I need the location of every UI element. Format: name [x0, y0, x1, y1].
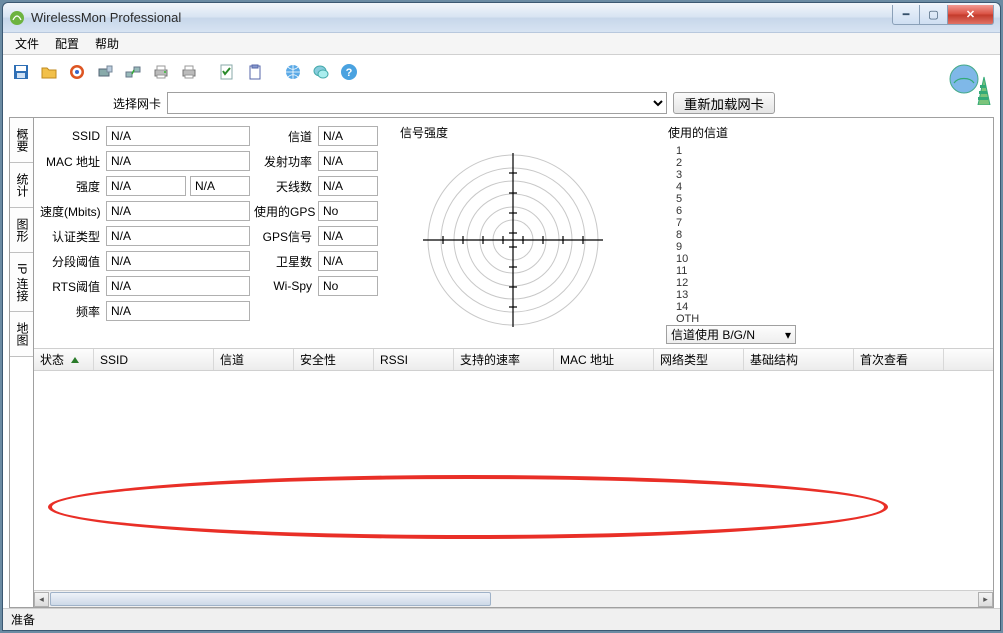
h-scrollbar[interactable]: ◂ ▸ — [34, 590, 993, 607]
svg-text:?: ? — [346, 67, 353, 79]
scroll-right-icon[interactable]: ▸ — [978, 592, 993, 607]
txpower-label: 发射功率 — [254, 153, 314, 170]
col-channel[interactable]: 信道 — [214, 349, 294, 370]
channel-mode-combo[interactable]: 信道使用 B/G/N ▾ — [666, 325, 796, 344]
adapter-label: 选择网卡 — [113, 95, 161, 112]
col-nettype[interactable]: 网络类型 — [654, 349, 744, 370]
antenna-value: N/A — [318, 176, 378, 196]
col-status[interactable]: 状态 — [34, 349, 94, 370]
gpssig-label: GPS信号 — [254, 228, 314, 245]
printer2-icon[interactable] — [177, 60, 201, 84]
maximize-button[interactable]: ▢ — [920, 5, 948, 25]
freq-value: N/A — [106, 301, 250, 321]
globe-icon[interactable] — [281, 60, 305, 84]
channels-block: 使用的信道 12 34 56 78 910 1112 1314 OTH 信道使用… — [666, 124, 816, 342]
app-icon — [9, 10, 25, 26]
gps-value: No — [318, 201, 378, 221]
frag-label: 分段阈值 — [40, 253, 102, 270]
col-mac[interactable]: MAC 地址 — [554, 349, 654, 370]
antenna-label: 天线数 — [254, 178, 314, 195]
scroll-left-icon[interactable]: ◂ — [34, 592, 49, 607]
print-icon[interactable] — [149, 60, 173, 84]
status-text: 准备 — [11, 611, 35, 628]
menu-help[interactable]: 帮助 — [87, 33, 127, 54]
reload-button[interactable]: 重新加载网卡 — [673, 92, 775, 114]
auth-value: N/A — [106, 226, 250, 246]
wispy-label: Wi-Spy — [254, 279, 314, 293]
col-firstseen[interactable]: 首次查看 — [854, 349, 944, 370]
tab-map[interactable]: 地图 — [10, 312, 33, 357]
mac-label: MAC 地址 — [40, 153, 102, 170]
mac-value: N/A — [106, 151, 250, 171]
close-button[interactable]: ✕ — [948, 5, 994, 25]
auth-label: 认证类型 — [40, 228, 102, 245]
speed-label: 速度(Mbits) — [40, 203, 102, 220]
ssid-label: SSID — [40, 129, 102, 143]
channel-label: 信道 — [254, 128, 314, 145]
frag-value: N/A — [106, 251, 250, 271]
ap-grid: 状态 SSID 信道 安全性 RSSI 支持的速率 MAC 地址 网络类型 基础… — [34, 348, 993, 607]
channel-value: N/A — [318, 126, 378, 146]
col-ssid[interactable]: SSID — [94, 349, 214, 370]
grid-body — [34, 371, 993, 590]
main-panel: SSID N/A 信道 N/A MAC 地址 N/A 发射功率 N/A 强度 N… — [34, 118, 993, 607]
speed-value: N/A — [106, 201, 250, 221]
info-grid: SSID N/A 信道 N/A MAC 地址 N/A 发射功率 N/A 强度 N… — [40, 124, 390, 342]
app-window: WirelessMon Professional ━ ▢ ✕ 文件 配置 帮助 … — [2, 2, 1001, 631]
channel-mode-value: 信道使用 B/G/N — [671, 326, 755, 343]
sort-asc-icon — [71, 357, 79, 363]
statusbar: 准备 — [3, 608, 1000, 630]
menu-config[interactable]: 配置 — [47, 33, 87, 54]
save-icon[interactable] — [9, 60, 33, 84]
side-tabs: 概要 统计 图形 IP 连接 地图 — [10, 118, 34, 607]
strength-label: 强度 — [40, 178, 102, 195]
gpssig-value: N/A — [318, 226, 378, 246]
radar-block: 信号强度 — [398, 124, 658, 342]
target-icon[interactable] — [65, 60, 89, 84]
sat-label: 卫星数 — [254, 253, 314, 270]
menubar: 文件 配置 帮助 — [3, 33, 1000, 55]
content-area: 概要 统计 图形 IP 连接 地图 SSID N/A 信道 N/A MAC 地址… — [9, 117, 994, 608]
adapter-row: 选择网卡 重新加载网卡 — [3, 89, 1000, 117]
col-rssi[interactable]: RSSI — [374, 349, 454, 370]
grid-header: 状态 SSID 信道 安全性 RSSI 支持的速率 MAC 地址 网络类型 基础… — [34, 349, 993, 371]
clipboard-icon[interactable] — [243, 60, 267, 84]
freq-label: 频率 — [40, 303, 102, 320]
rts-label: RTS阈值 — [40, 278, 102, 295]
app-logo-large — [948, 61, 992, 108]
signal-radar — [398, 145, 628, 335]
window-title: WirelessMon Professional — [31, 10, 181, 25]
radar-title: 信号强度 — [400, 124, 658, 141]
scroll-thumb[interactable] — [50, 592, 491, 606]
chevron-down-icon: ▾ — [785, 328, 791, 342]
chat-icon[interactable] — [309, 60, 333, 84]
menu-file[interactable]: 文件 — [7, 33, 47, 54]
adapter-select[interactable] — [167, 92, 667, 114]
tab-ip[interactable]: IP 连接 — [10, 253, 33, 312]
toolbar: ? — [3, 55, 1000, 89]
tab-graph[interactable]: 图形 — [10, 208, 33, 253]
help-icon[interactable]: ? — [337, 60, 361, 84]
tab-stats[interactable]: 统计 — [10, 163, 33, 208]
wispy-value: No — [318, 276, 378, 296]
tab-summary[interactable]: 概要 — [10, 118, 33, 163]
txpower-value: N/A — [318, 151, 378, 171]
ssid-value: N/A — [106, 126, 250, 146]
folder-icon[interactable] — [37, 60, 61, 84]
minimize-button[interactable]: ━ — [892, 5, 920, 25]
col-rates[interactable]: 支持的速率 — [454, 349, 554, 370]
device-icon[interactable] — [93, 60, 117, 84]
rts-value: N/A — [106, 276, 250, 296]
check-icon[interactable] — [215, 60, 239, 84]
link-icon[interactable] — [121, 60, 145, 84]
channel-list: 12 34 56 78 910 1112 1314 OTH — [666, 145, 816, 325]
strength2-value: N/A — [190, 176, 250, 196]
gps-label: 使用的GPS — [254, 203, 314, 220]
col-security[interactable]: 安全性 — [294, 349, 374, 370]
col-infra[interactable]: 基础结构 — [744, 349, 854, 370]
titlebar: WirelessMon Professional ━ ▢ ✕ — [3, 3, 1000, 33]
strength1-value: N/A — [106, 176, 186, 196]
sat-value: N/A — [318, 251, 378, 271]
channels-title: 使用的信道 — [668, 124, 816, 141]
